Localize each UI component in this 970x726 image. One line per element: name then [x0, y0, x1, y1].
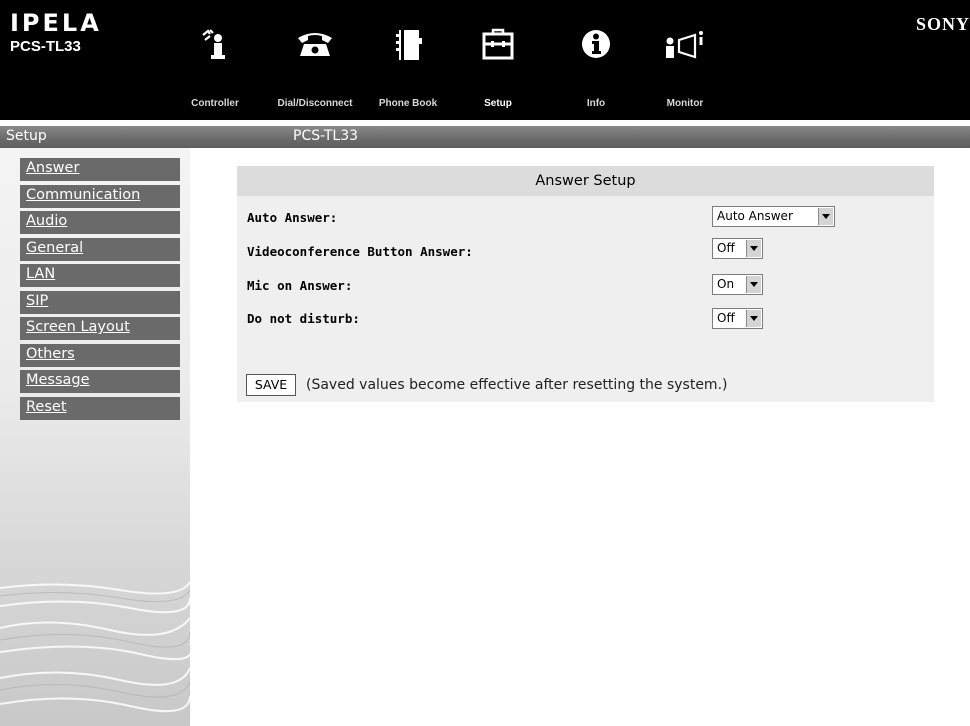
auto-answer-select[interactable]: Auto Answer	[712, 206, 835, 227]
sidebar-item-message[interactable]: Message	[20, 370, 180, 393]
sidebar-item-reset[interactable]: Reset	[20, 396, 180, 420]
nav-dial-disconnect[interactable]: Dial/Disconnect	[277, 26, 353, 109]
answer-setup-panel: Auto Answer: Auto Answer Videoconference…	[237, 196, 934, 402]
field-label-do-not-disturb: Do not disturb:	[247, 311, 360, 326]
field-label-videoconference-button-answer: Videoconference Button Answer:	[247, 244, 473, 259]
controller-icon	[202, 29, 225, 59]
ipela-logo: IPELA	[10, 9, 102, 37]
nav-label: Dial/Disconnect	[277, 98, 353, 109]
nav-label: Monitor	[666, 98, 704, 109]
setup-menu: Answer Communication Audio General LAN S…	[20, 158, 180, 423]
nav-info[interactable]: Info	[573, 26, 619, 109]
sidebar: Answer Communication Audio General LAN S…	[0, 148, 190, 726]
toolbox-icon	[482, 28, 514, 60]
app-header: IPELA PCS-TL33 SONY Controller Dial/Disc…	[0, 0, 970, 120]
phone-icon	[298, 33, 332, 56]
select-value: Off	[717, 311, 735, 325]
field-label-auto-answer: Auto Answer:	[247, 210, 338, 225]
nav-controller[interactable]: Controller	[190, 26, 240, 109]
sidebar-item-audio[interactable]: Audio	[20, 211, 180, 234]
nav-label: Info	[586, 98, 606, 109]
sidebar-item-answer[interactable]: Answer	[20, 158, 180, 181]
panel-title: Answer Setup	[237, 166, 934, 196]
save-note: (Saved values become effective after res…	[306, 377, 728, 393]
select-value: Auto Answer	[717, 209, 793, 223]
sony-logo: SONY	[915, 14, 970, 34]
select-value: On	[717, 277, 735, 291]
mic-on-answer-select[interactable]: On	[712, 274, 763, 295]
model-name: PCS-TL33	[10, 38, 81, 55]
nav-label: Controller	[191, 98, 239, 109]
section-title: Setup	[6, 128, 47, 144]
sidebar-item-lan[interactable]: LAN	[20, 264, 180, 287]
do-not-disturb-select[interactable]: Off	[712, 308, 763, 329]
sidebar-item-screen-layout[interactable]: Screen Layout	[20, 317, 180, 340]
sidebar-item-others[interactable]: Others	[20, 343, 180, 367]
sidebar-wave-decoration	[0, 581, 190, 713]
info-icon	[582, 30, 610, 58]
dropdown-arrow-icon	[746, 240, 761, 257]
dropdown-arrow-icon	[746, 310, 761, 327]
title-bar: Setup PCS-TL33	[0, 126, 970, 148]
sidebar-item-general[interactable]: General	[20, 237, 180, 261]
nav-phone-book[interactable]: Phone Book	[379, 26, 437, 109]
save-button[interactable]: SAVE	[246, 374, 296, 396]
nav-label: Setup	[484, 98, 512, 109]
nav-setup[interactable]: Setup	[475, 26, 521, 109]
nav-monitor[interactable]: Monitor	[661, 26, 709, 109]
monitor-icon	[666, 31, 703, 59]
dropdown-arrow-icon	[746, 276, 761, 293]
device-title: PCS-TL33	[293, 128, 359, 144]
field-label-mic-on-answer: Mic on Answer:	[247, 278, 353, 293]
sidebar-item-sip[interactable]: SIP	[20, 290, 180, 314]
dropdown-arrow-icon	[818, 208, 833, 225]
videoconference-button-answer-select[interactable]: Off	[712, 238, 763, 259]
phone-book-icon	[396, 30, 422, 60]
sidebar-item-communication[interactable]: Communication	[20, 184, 180, 208]
select-value: Off	[717, 241, 735, 255]
nav-label: Phone Book	[378, 98, 438, 109]
